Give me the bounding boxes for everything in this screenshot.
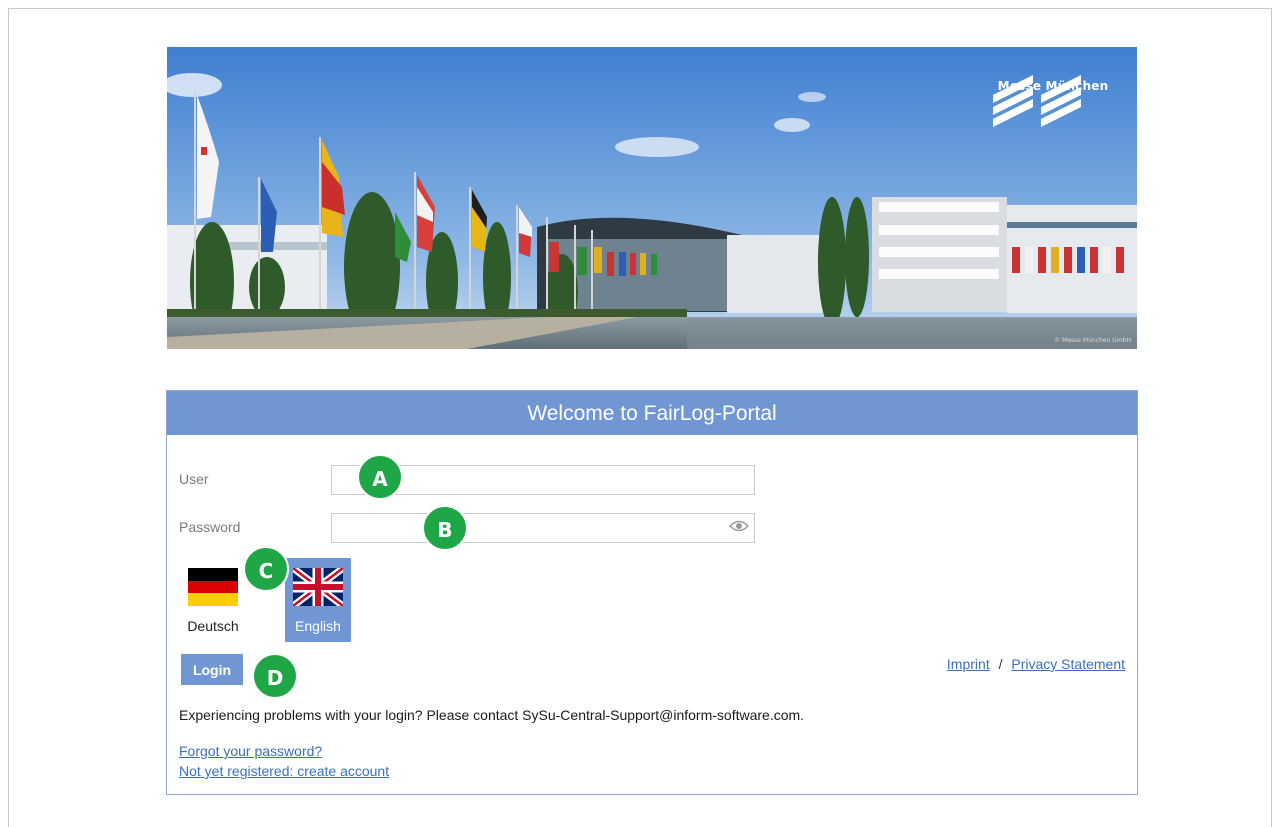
user-label: User xyxy=(179,471,209,487)
login-button[interactable]: Login xyxy=(181,654,243,685)
language-option-deutsch[interactable]: Deutsch xyxy=(181,558,245,642)
language-option-english[interactable]: English xyxy=(285,558,351,642)
register-link[interactable]: Not yet registered: create account xyxy=(179,763,389,779)
forgot-password-link[interactable]: Forgot your password? xyxy=(179,743,322,759)
photo-copyright: © Messe München GmbH xyxy=(1054,337,1131,344)
panel-title: Welcome to FairLog-Portal xyxy=(167,391,1137,435)
banner-image: Messe München © Messe München GmbH xyxy=(167,47,1137,349)
language-label-deutsch: Deutsch xyxy=(187,618,239,634)
marker-a: A xyxy=(357,454,403,500)
legal-links: Imprint / Privacy Statement xyxy=(947,656,1125,672)
show-password-icon[interactable] xyxy=(729,519,749,533)
imprint-link[interactable]: Imprint xyxy=(947,656,990,672)
messe-logo-icon xyxy=(993,75,1081,127)
login-help-text: Experiencing problems with your login? P… xyxy=(179,707,805,723)
marker-c: C xyxy=(243,546,289,592)
uk-flag-icon xyxy=(293,568,343,606)
privacy-statement-link[interactable]: Privacy Statement xyxy=(1011,656,1125,672)
account-links: Forgot your password? Not yet registered… xyxy=(179,741,389,781)
password-input[interactable] xyxy=(331,513,755,543)
login-panel: Welcome to FairLog-Portal User Password … xyxy=(166,390,1138,795)
german-flag-icon xyxy=(188,568,238,606)
legal-separator: / xyxy=(998,656,1003,672)
marker-b: B xyxy=(422,505,468,551)
marker-d: D xyxy=(252,653,298,699)
fairground-photo xyxy=(167,47,1137,349)
messe-logo: Messe München xyxy=(993,75,1113,127)
password-label: Password xyxy=(179,519,241,535)
language-label-english: English xyxy=(295,618,341,634)
